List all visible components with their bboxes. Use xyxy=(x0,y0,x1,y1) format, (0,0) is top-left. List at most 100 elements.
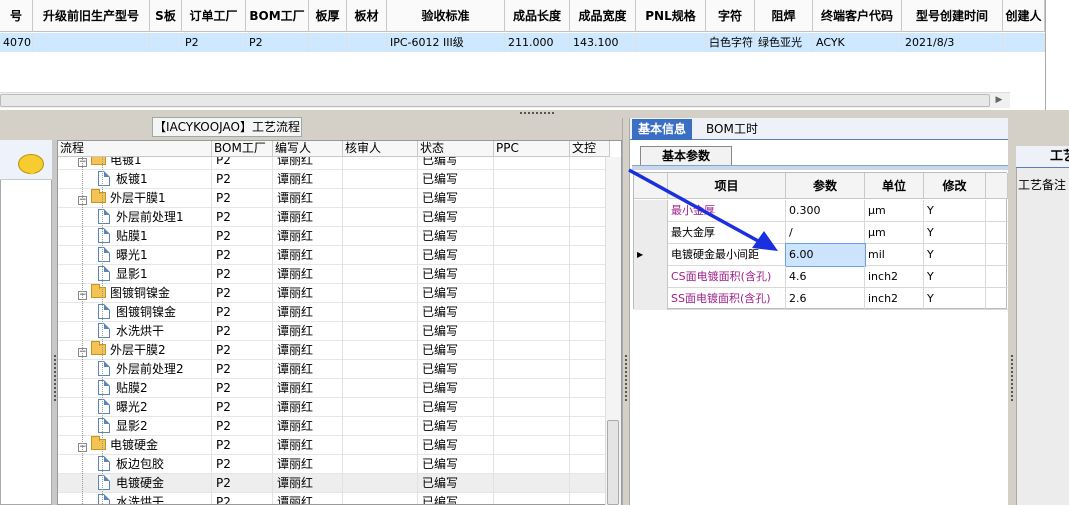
param-row[interactable]: 最小金厚 0.300 μm Y xyxy=(634,200,1008,222)
row-indicator[interactable] xyxy=(634,200,668,222)
tree-row[interactable]: − 电镀硬金 P2 谭丽红 已编写 xyxy=(58,436,610,455)
chat-bubble-icon[interactable] xyxy=(18,154,44,175)
row-indicator[interactable]: ▶ xyxy=(634,244,668,266)
tree-header-cell[interactable]: 核审人 xyxy=(343,141,418,157)
tree-row[interactable]: 水洗烘干 P2 谭丽红 已编写 xyxy=(58,322,610,341)
folder-icon xyxy=(91,436,106,450)
detail-tab[interactable]: 工时 xyxy=(728,119,764,140)
grid-cell: P2 xyxy=(182,33,246,52)
vertical-scrollbar-top[interactable] xyxy=(1045,0,1069,110)
param-row[interactable]: ▶ 电镀硬金最小间距 6.00 mil Y xyxy=(634,243,1008,267)
tree-cell-status: 已编写 xyxy=(418,436,494,455)
tree-cell-reviewer xyxy=(343,493,418,504)
tree-header-cell[interactable]: BOM工厂 xyxy=(212,141,273,157)
grid-header-cell[interactable]: 成品宽度 xyxy=(570,0,636,32)
tree-row[interactable]: − 图镀铜镍金 P2 谭丽红 已编写 xyxy=(58,284,610,303)
param-unit-cell: inch2 xyxy=(865,266,924,288)
splitter-grip xyxy=(520,112,522,114)
grid-header-cell[interactable]: 阻焊 xyxy=(755,0,813,32)
detail-tab[interactable]: 基本信息 xyxy=(632,119,693,140)
grid-header-cell[interactable]: 板材 xyxy=(347,0,387,32)
grid-header-cell[interactable]: 终端客户代码 xyxy=(813,0,902,32)
current-row-pointer-icon: ▶ xyxy=(637,250,644,259)
param-header-cell[interactable]: 修改 xyxy=(924,173,986,199)
param-header-cell[interactable]: 参数 xyxy=(786,173,865,199)
param-row[interactable]: SS面电镀面积(含孔) 2.6 inch2 Y xyxy=(634,288,1008,310)
tree-cell-doc-control xyxy=(570,265,610,284)
param-value-cell[interactable]: 4.6 xyxy=(786,266,865,288)
middle-splitter[interactable] xyxy=(622,118,630,505)
grid-header-cell[interactable]: PNL规格 xyxy=(636,0,706,32)
tree-cell-ppc xyxy=(494,436,570,455)
right-splitter[interactable] xyxy=(1008,118,1016,505)
tree-cell-ppc xyxy=(494,417,570,436)
tree-scroll-thumb[interactable] xyxy=(607,420,619,505)
tree-cell-ppc xyxy=(494,379,570,398)
tree-row[interactable]: 贴膜1 P2 谭丽红 已编写 xyxy=(58,227,610,246)
scroll-right-arrow-icon[interactable]: ▶ xyxy=(992,94,1006,107)
tree-cell-reviewer xyxy=(343,341,418,360)
splitter-grip xyxy=(544,112,546,114)
tree-row[interactable]: 贴膜2 P2 谭丽红 已编写 xyxy=(58,379,610,398)
splitter-grip xyxy=(54,379,56,381)
tree-item-label: 外层干膜1 xyxy=(110,191,166,205)
tree-header-cell[interactable]: 状态 xyxy=(418,141,494,157)
tree-header-cell[interactable]: PPC xyxy=(494,141,570,157)
tab-basic-params[interactable]: 基本参数 xyxy=(640,146,732,166)
grid-header-cell[interactable]: BOM工厂 xyxy=(246,0,309,32)
tree-row[interactable]: 外层前处理1 P2 谭丽红 已编写 xyxy=(58,208,610,227)
tree-row[interactable]: 显影2 P2 谭丽红 已编写 xyxy=(58,417,610,436)
param-value-cell[interactable]: / xyxy=(786,222,865,244)
grid-header-cell[interactable]: 成品长度 xyxy=(505,0,570,32)
param-header-cell[interactable]: 项目 xyxy=(668,173,786,199)
tree-row[interactable]: − 外层干膜2 P2 谭丽红 已编写 xyxy=(58,341,610,360)
tree-cell-bom: P2 xyxy=(212,322,273,341)
tree-cell-writer: 谭丽红 xyxy=(273,227,343,246)
left-pane xyxy=(0,140,52,505)
tree-row[interactable]: 板边包胶 P2 谭丽红 已编写 xyxy=(58,455,610,474)
tree-header-cell[interactable]: 文控 xyxy=(570,141,610,157)
tree-item-label: 电镀硬金 xyxy=(110,438,159,452)
grid-header-cell[interactable]: 号 xyxy=(0,0,33,32)
row-indicator[interactable] xyxy=(634,222,668,244)
tree-row[interactable]: 显影1 P2 谭丽红 已编写 xyxy=(58,265,610,284)
tree-row[interactable]: 曝光1 P2 谭丽红 已编写 xyxy=(58,246,610,265)
param-value-cell[interactable]: 6.00 xyxy=(785,243,866,267)
tree-header-cell[interactable]: 编写人 xyxy=(273,141,343,157)
tree-row[interactable]: 板镀1 P2 谭丽红 已编写 xyxy=(58,170,610,189)
tree-cell-bom: P2 xyxy=(212,417,273,436)
param-value-cell[interactable]: 2.6 xyxy=(786,288,865,310)
tree-cell-bom: P2 xyxy=(212,265,273,284)
grid-header-cell[interactable]: 型号创建时间 xyxy=(902,0,1003,32)
tab-process[interactable]: 工艺 xyxy=(1016,146,1069,168)
grid-header-cell[interactable]: 订单工厂 xyxy=(182,0,246,32)
tree-row[interactable]: − 外层干膜1 P2 谭丽红 已编写 xyxy=(58,189,610,208)
row-indicator[interactable] xyxy=(634,266,668,288)
param-row[interactable]: CS面电镀面积(含孔) 4.6 inch2 Y xyxy=(634,266,1008,288)
document-icon xyxy=(98,380,110,395)
param-modify-cell: Y xyxy=(924,244,986,266)
tree-cell-writer: 谭丽红 xyxy=(273,417,343,436)
grid-header-cell[interactable]: 板厚 xyxy=(309,0,347,32)
tree-cell-bom: P2 xyxy=(212,436,273,455)
grid-header-cell[interactable]: 字符 xyxy=(706,0,755,32)
row-indicator[interactable] xyxy=(634,288,668,310)
param-modify-cell: Y xyxy=(924,288,986,310)
tree-header-cell[interactable]: 流程 xyxy=(58,141,212,157)
tree-row[interactable]: 图镀铜镍金 P2 谭丽红 已编写 xyxy=(58,303,610,322)
grid-header-cell[interactable]: S板 xyxy=(150,0,182,32)
param-value-cell[interactable]: 0.300 xyxy=(786,200,865,222)
tree-cell-writer: 谭丽红 xyxy=(273,322,343,341)
grid-header-cell[interactable]: 验收标准 xyxy=(387,0,505,32)
process-tree-grid: 流程 BOM工厂 编写人 核审人 状态 PPC 文控 − 电镀1 P2 谭丽红 已编写 板镀1 P2 谭丽红… xyxy=(57,140,622,505)
horizontal-scroll-thumb[interactable] xyxy=(0,94,990,107)
grid-header-cell[interactable]: 创建人 xyxy=(1003,0,1045,32)
param-header-cell[interactable]: 单位 xyxy=(865,173,924,199)
product-grid-row[interactable]: 4070 P2 P2 IPC-6012 III级 211.000 143.100 白色字符绿… xyxy=(0,33,1045,52)
grid-header-cell[interactable]: 升级前旧生产型号 xyxy=(33,0,150,32)
tree-row[interactable]: 曝光2 P2 谭丽红 已编写 xyxy=(58,398,610,417)
tree-row[interactable]: 水洗烘干 P2 谭丽红 已编写 xyxy=(58,493,610,504)
param-row[interactable]: 最大金厚 / μm Y xyxy=(634,222,1008,244)
tree-row[interactable]: 外层前处理2 P2 谭丽红 已编写 xyxy=(58,360,610,379)
tree-row[interactable]: 电镀硬金 P2 谭丽红 已编写 xyxy=(58,474,610,493)
